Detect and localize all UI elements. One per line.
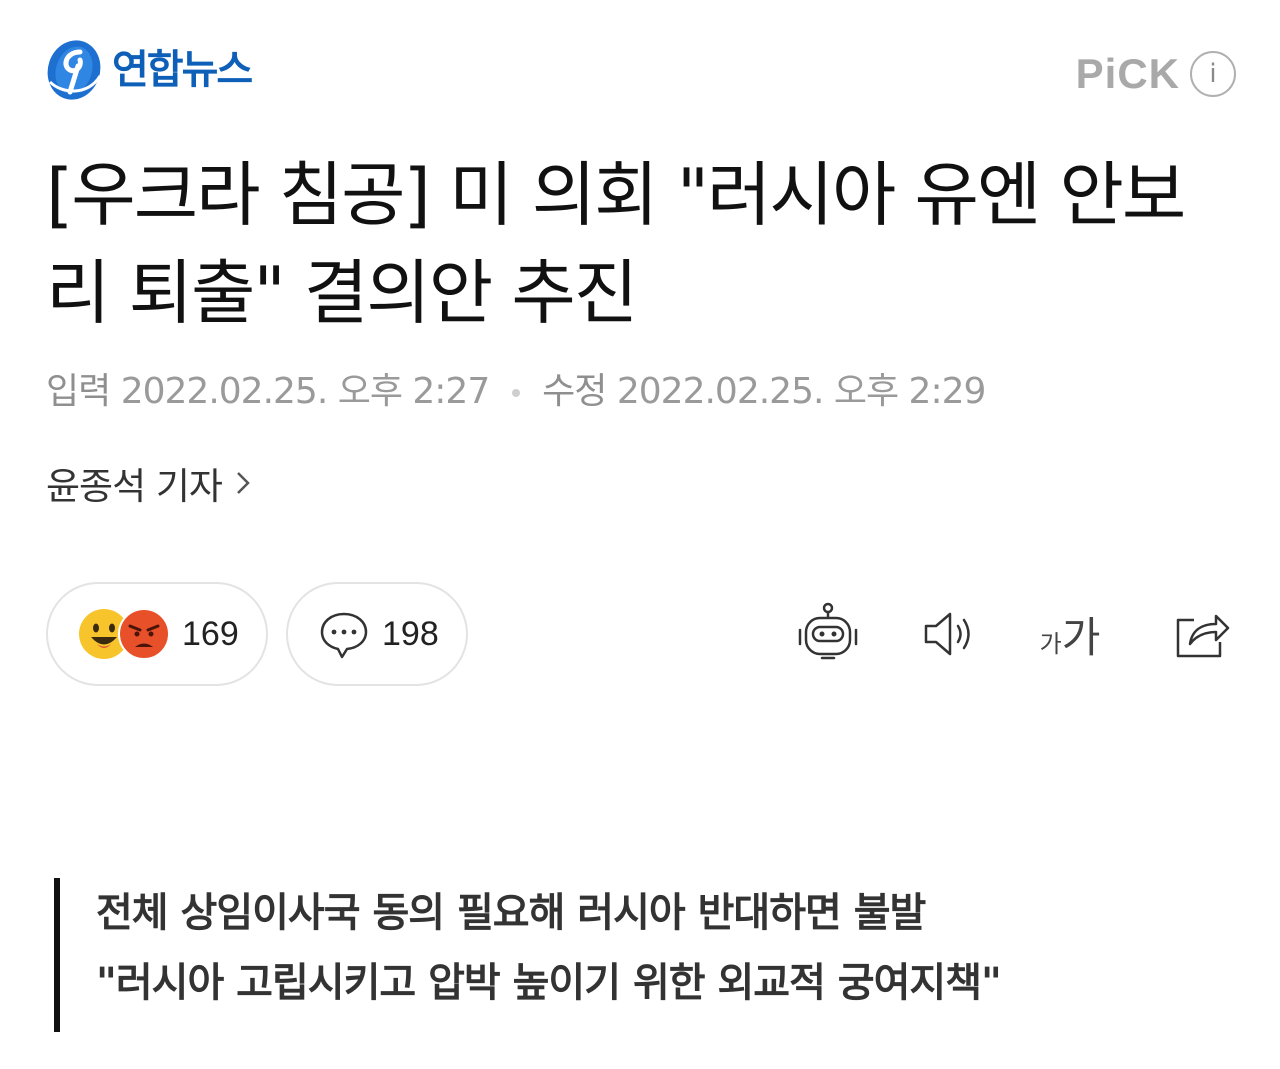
angry-emoji-icon bbox=[118, 608, 170, 660]
reaction-count: 169 bbox=[182, 614, 239, 653]
reporter-name: 윤종석 기자 bbox=[46, 465, 223, 508]
press-logo[interactable]: 연합뉴스 bbox=[44, 36, 253, 104]
edit-time: 2022.02.25. 오후 2:29 bbox=[616, 371, 987, 412]
comment-icon bbox=[320, 612, 368, 659]
header: 연합뉴스 PiCK i bbox=[44, 36, 1236, 116]
edit-label: 수정 bbox=[542, 371, 607, 412]
input-time: 2022.02.25. 오후 2:27 bbox=[120, 371, 491, 412]
meta-separator bbox=[511, 389, 520, 397]
yonhap-logo-icon bbox=[47, 40, 102, 100]
reporter-link[interactable]: 윤종석 기자 bbox=[46, 456, 252, 510]
article-timestamps: 입력 2022.02.25. 오후 2:27 수정 2022.02.25. 오후… bbox=[46, 362, 987, 414]
info-icon[interactable]: i bbox=[1190, 51, 1236, 97]
share-button[interactable] bbox=[1166, 598, 1238, 670]
share-icon bbox=[1176, 614, 1230, 658]
font-size-big-glyph: 가 bbox=[1061, 612, 1101, 662]
font-size-button[interactable]: 가 가 bbox=[1034, 598, 1106, 670]
press-name: 연합뉴스 bbox=[112, 47, 253, 93]
speaker-icon bbox=[924, 612, 970, 656]
comment-count: 198 bbox=[382, 614, 439, 653]
robot-summary-icon bbox=[798, 602, 858, 660]
font-size-small-glyph: 가 bbox=[1039, 629, 1062, 658]
ai-summary-button[interactable] bbox=[792, 598, 864, 670]
chevron-right-icon bbox=[237, 472, 250, 494]
font-size-icon: 가 가 bbox=[1040, 604, 1101, 665]
article-title: [우크라 침공] 미 의회 "러시아 유엔 안보리 퇴출" 결의안 추진 bbox=[46, 154, 1186, 334]
reaction-button[interactable]: 169 bbox=[46, 582, 268, 686]
summary-line: 전체 상임이사국 동의 필요해 러시아 반대하면 불발 bbox=[96, 890, 926, 936]
summary-line: "러시아 고립시키고 압박 높이기 위한 외교적 궁여지책" bbox=[96, 960, 1002, 1006]
comment-button[interactable]: 198 bbox=[286, 582, 468, 686]
article-summary: 전체 상임이사국 동의 필요해 러시아 반대하면 불발 "러시아 고립시키고 압… bbox=[54, 878, 1234, 1032]
pick-label: PiCK bbox=[1075, 50, 1180, 97]
pick-badge[interactable]: PiCK i bbox=[1076, 50, 1236, 98]
input-label: 입력 bbox=[46, 371, 111, 412]
listen-button[interactable] bbox=[914, 598, 986, 670]
